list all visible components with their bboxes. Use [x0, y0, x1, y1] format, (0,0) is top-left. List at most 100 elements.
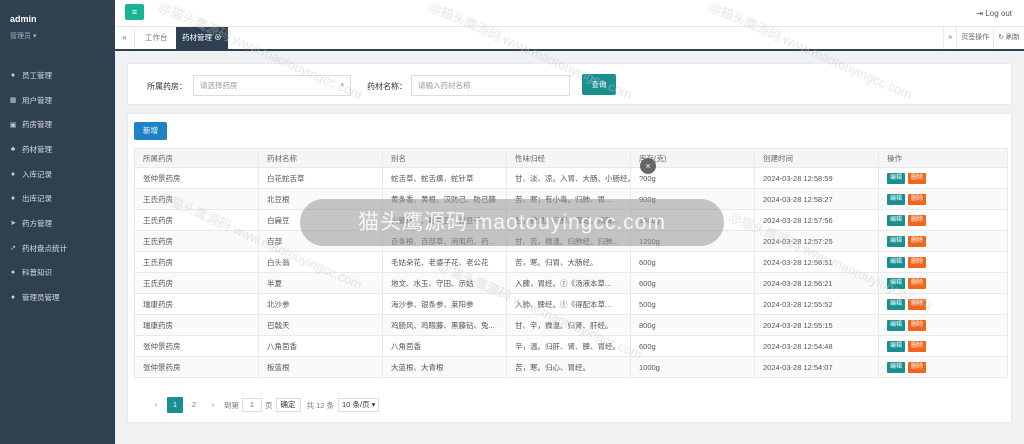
user-role-dropdown[interactable]: 管理员 ▾ [10, 31, 115, 41]
edit-button[interactable]: 编辑 [887, 257, 906, 268]
sidebar-item-stock-in[interactable]: ● 入库记录 [0, 162, 115, 187]
goto-confirm-button[interactable]: 确定 [275, 398, 301, 412]
table-cell: 板蓝根 [258, 356, 383, 378]
table-cell: 苦，寒。归心、胃经。 [506, 356, 631, 378]
delete-button[interactable]: 删除 [908, 173, 927, 184]
edit-button[interactable]: 编辑 [887, 236, 906, 247]
query-button[interactable]: 查询 [582, 74, 616, 95]
sidebar-item-inventory-stats[interactable]: ↗ 药材盘点统计 [0, 236, 115, 261]
sidebar-item-label: 用户管理 [22, 95, 52, 105]
delete-button[interactable]: 删除 [908, 278, 927, 289]
sidebar-item-staff[interactable]: ● 员工管理 [0, 63, 115, 88]
tab-scroll-left-icon[interactable]: « [115, 27, 135, 49]
prev-page-button[interactable]: ‹ [148, 397, 164, 413]
table-row: 王氏药房 白头翁 毛姑朵花、老婆子花、老公花 苦，寒。归胃、大肠经。 600g 2024-… [134, 251, 1008, 273]
sidebar-item-admins[interactable]: ● 管理员管理 [0, 285, 115, 310]
table-row: 张仲景药房 八角茴香 八角茴香 辛，温。归肝、肾、脾、胃经。 600g 2024-03-2… [134, 335, 1008, 357]
delete-button[interactable]: 删除 [908, 299, 927, 310]
column-header: 性味归经 [506, 148, 631, 168]
table-cell: 瑞康药房 [134, 293, 259, 315]
table-row: 张仲景药房 板蓝根 大蓝根、大青根 苦，寒。归心、胃经。 1000g 2024-03-28… [134, 356, 1008, 378]
table-cell: 2024-03-28 12:56:21 [754, 272, 879, 294]
tab-herbs[interactable]: 药材管理 ⊗ [176, 27, 228, 49]
add-button[interactable]: 新增 [134, 122, 167, 140]
delete-button[interactable]: 删除 [908, 215, 927, 226]
delete-button[interactable]: 删除 [908, 236, 927, 247]
edit-button[interactable]: 编辑 [887, 215, 906, 226]
page-size-select[interactable]: 10 条/页 ▾ [338, 398, 380, 412]
close-icon[interactable]: × [640, 158, 656, 174]
table-cell: 瑞康药房 [134, 314, 259, 336]
page-ops-dropdown[interactable]: 页签操作 [956, 27, 993, 49]
refresh-button[interactable]: ↻ 刷新 [993, 27, 1024, 49]
sidebar-item-label: 员工管理 [22, 70, 52, 80]
table-cell: 王氏药房 [134, 188, 259, 210]
page-button[interactable]: 1 [167, 397, 183, 413]
leaf-icon: ♣ [10, 145, 16, 153]
logout-link[interactable]: ⇥ Log out [976, 9, 1012, 18]
delete-button[interactable]: 删除 [908, 320, 927, 331]
table-header-row: 所属药房 药材名称 别名 性味归经 库存(克) 创建时间 操作 [134, 148, 1008, 168]
edit-button[interactable]: 编辑 [887, 341, 906, 352]
tab-scroll-right-icon[interactable]: » [943, 27, 956, 49]
edit-button[interactable]: 编辑 [887, 299, 906, 310]
sidebar-item-stock-out[interactable]: ● 出库记录 [0, 186, 115, 211]
edit-button[interactable]: 编辑 [887, 320, 906, 331]
table-cell: 白花蛇舌草 [258, 167, 383, 189]
table-cell: 蛇舌草、蛇舌癀、蛇针草 [382, 167, 507, 189]
sidebar-item-prescriptions[interactable]: ➤ 药方管理 [0, 211, 115, 236]
herb-name-input[interactable]: 请输入药材名称 [411, 75, 570, 96]
watermark-banner: 猫头鹰源码 maotouyingcc.com [300, 199, 724, 246]
sidebar-item-knowledge[interactable]: ● 科普知识 [0, 261, 115, 286]
pharmacy-placeholder: 请选择药房 [200, 81, 238, 90]
search-panel: 所属药房： 请选择药房 ▾ 药材名称： 请输入药材名称 查询 [127, 63, 1012, 105]
tab-dashboard[interactable]: 工作台 [139, 27, 174, 49]
table-cell: 甘、淡、凉。入胃、大肠、小肠经。 [506, 167, 631, 189]
edit-button[interactable]: 编辑 [887, 278, 906, 289]
column-header: 别名 [382, 148, 507, 168]
table-cell: 2024-03-28 12:55:52 [754, 293, 879, 315]
sidebar-item-pharmacy[interactable]: ▣ 药房管理 [0, 112, 115, 137]
refresh-label: 刷新 [1006, 34, 1020, 41]
edit-button[interactable]: 编辑 [887, 362, 906, 373]
delete-button[interactable]: 删除 [908, 362, 927, 373]
page-button[interactable]: 2 [186, 397, 202, 413]
logout-label: Log out [985, 9, 1012, 18]
delete-button[interactable]: 删除 [908, 341, 927, 352]
column-header: 药材名称 [258, 148, 383, 168]
table-row: 张仲景药房 白花蛇舌草 蛇舌草、蛇舌癀、蛇针草 甘、淡、凉。入胃、大肠、小肠经。 ?00… [134, 167, 1008, 189]
sidebar: admin 管理员 ▾ ● 员工管理 ▦ 用户管理 ▣ 药房管理 ♣ 药材管理 ● 入库记… [0, 0, 115, 444]
pharmacy-select[interactable]: 请选择药房 ▾ [193, 75, 351, 96]
row-actions: 编辑 删除 [878, 335, 1008, 357]
table-cell: 2024-03-28 12:58:27 [754, 188, 879, 210]
delete-button[interactable]: 删除 [908, 194, 927, 205]
herb-table: 所属药房 药材名称 别名 性味归经 库存(克) 创建时间 操作 张仲景药房 白花蛇… [134, 148, 1008, 378]
row-actions: 编辑 删除 [878, 314, 1008, 336]
sidebar-item-label: 科普知识 [22, 268, 52, 278]
delete-button[interactable]: 删除 [908, 257, 927, 268]
table-row: 瑞康药房 巴戟天 鸡肠风、鸡眼藤、黑藤钻、兔... 甘、辛，微温。归肾、肝经。 800g… [134, 314, 1008, 336]
table-cell: 2024-03-28 12:57:56 [754, 209, 879, 231]
sidebar-item-users[interactable]: ▦ 用户管理 [0, 88, 115, 113]
next-page-button[interactable]: › [205, 397, 221, 413]
edit-button[interactable]: 编辑 [887, 173, 906, 184]
goto-page-input[interactable]: 1 [242, 398, 262, 412]
row-actions: 编辑 删除 [878, 167, 1008, 189]
send-icon: ➤ [10, 220, 16, 228]
sidebar-item-label: 药房管理 [22, 120, 52, 130]
menu-toggle-button[interactable]: ≡ [125, 4, 144, 20]
table-cell: 八角茴香 [258, 335, 383, 357]
top-bar: ≡ ⇥ Log out [115, 0, 1024, 27]
edit-button[interactable]: 编辑 [887, 194, 906, 205]
logout-icon: ⇥ [976, 9, 986, 18]
table-cell: 2024-03-28 12:54:07 [754, 356, 879, 378]
refresh-icon: ↻ [998, 34, 1006, 41]
table-cell: 巴戟天 [258, 314, 383, 336]
column-header: 操作 [878, 148, 1008, 168]
sidebar-item-herbs[interactable]: ♣ 药材管理 [0, 137, 115, 162]
tab-close-icon[interactable]: ⊗ [214, 33, 222, 42]
tabs-bar: « 工作台 药材管理 ⊗ » 页签操作 ↻ 刷新 [115, 27, 1024, 51]
comment-icon: ● [10, 269, 16, 277]
goto-label: 到第 [224, 400, 239, 410]
table-cell: 八角茴香 [382, 335, 507, 357]
